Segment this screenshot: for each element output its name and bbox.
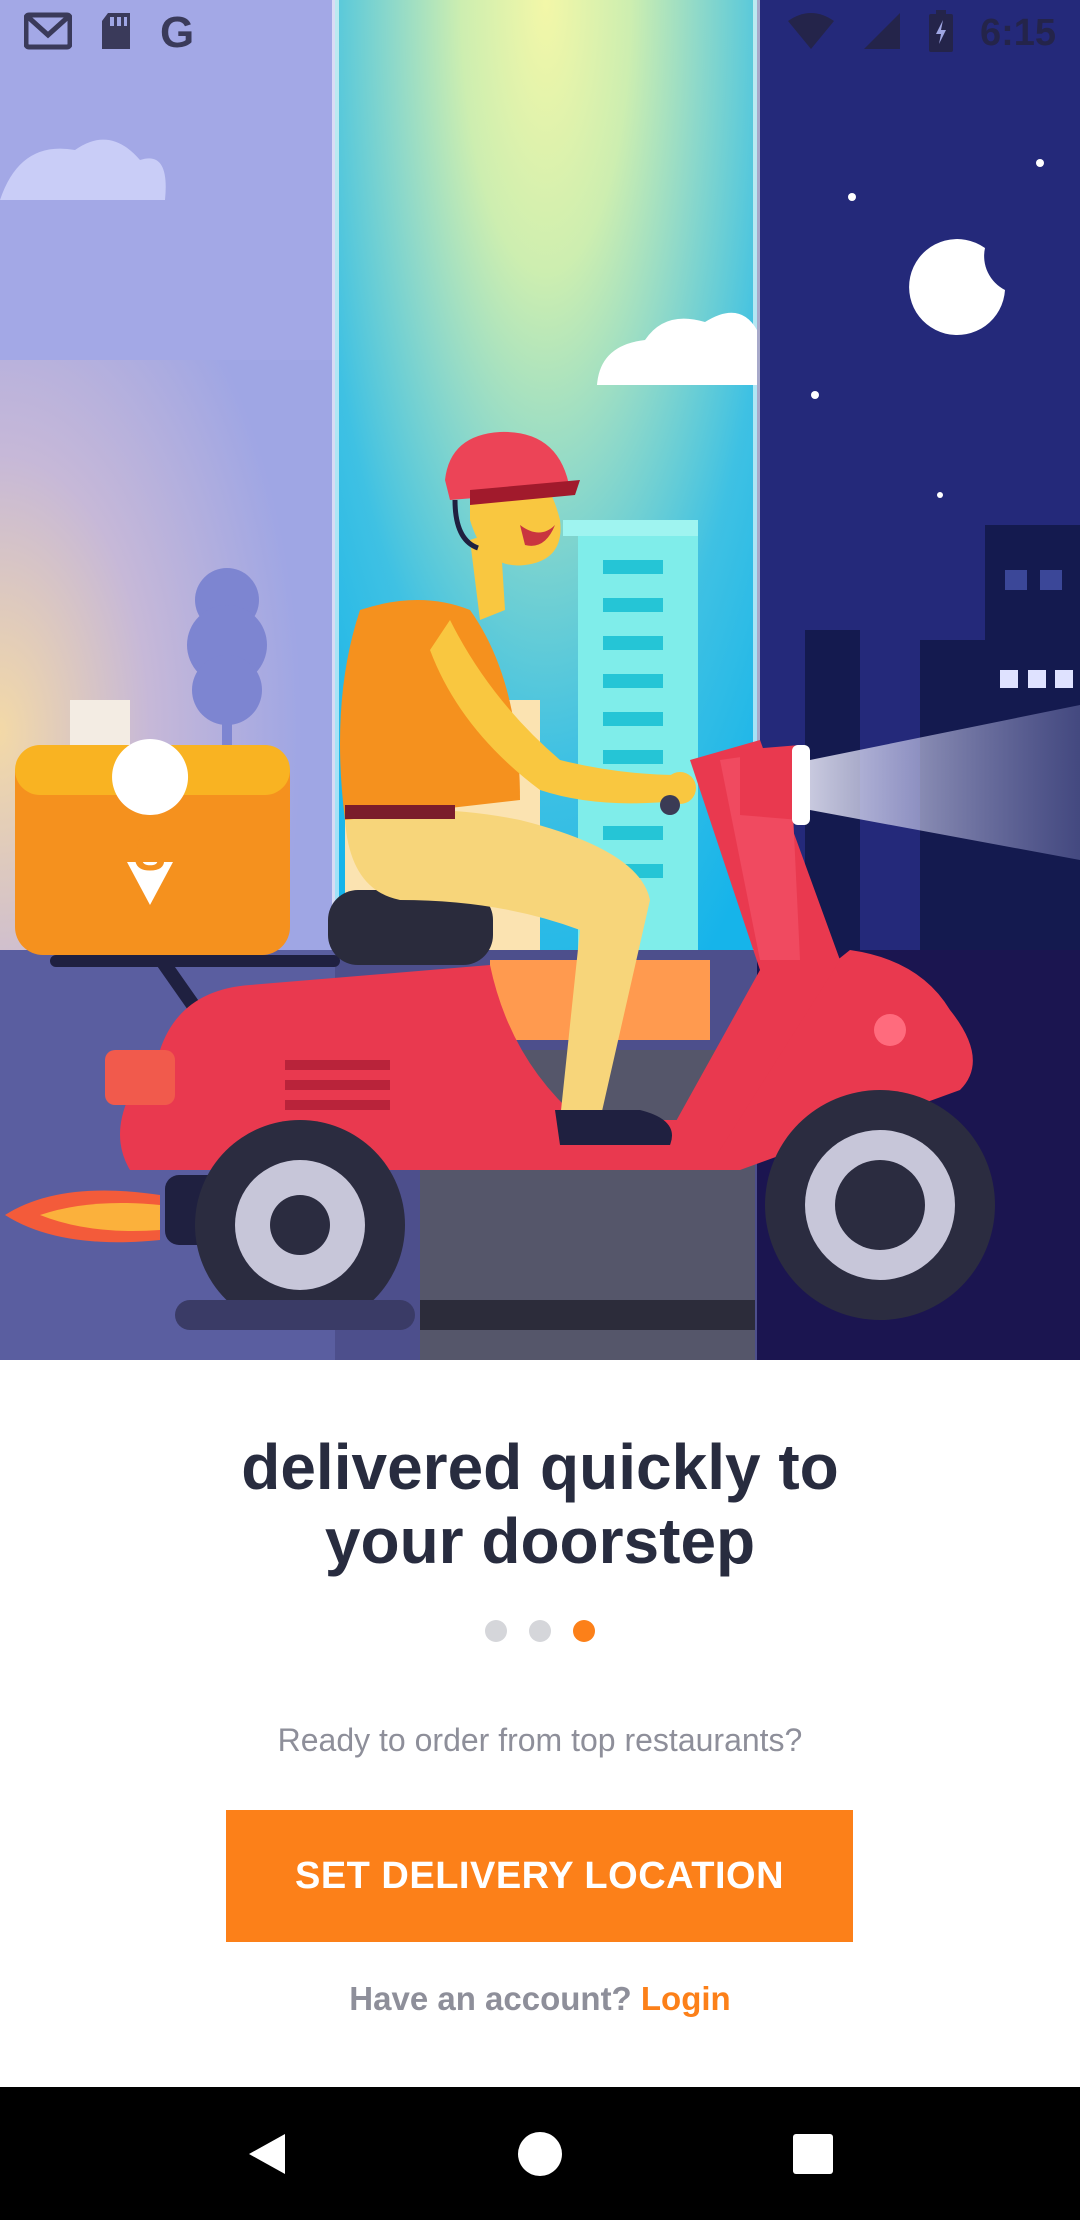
svg-text:S: S: [134, 828, 166, 881]
headline: delivered quickly to your doorstep: [0, 1430, 1080, 1578]
google-icon: G: [160, 8, 195, 57]
login-prefix: Have an account?: [349, 1980, 632, 2017]
back-icon[interactable]: [237, 2124, 297, 2184]
wifi-icon: [786, 11, 836, 56]
page-dot-3-active[interactable]: [573, 1620, 595, 1642]
recents-icon[interactable]: [783, 2124, 843, 2184]
headline-line-2: your doorstep: [324, 1505, 756, 1577]
login-link[interactable]: Login: [641, 1980, 731, 2017]
onboarding-screen: S G 6:15 delivered quickly to your doors…: [0, 0, 1080, 2220]
login-row: Have an account? Login: [0, 1980, 1080, 2018]
set-delivery-location-button[interactable]: SET DELIVERY LOCATION: [226, 1810, 853, 1942]
page-dot-2[interactable]: [529, 1620, 551, 1642]
page-indicator: [0, 1620, 1080, 1642]
signal-icon: [862, 11, 902, 56]
status-bar: G 6:15: [0, 0, 1080, 66]
battery-icon: [928, 9, 954, 57]
order-prompt: Ready to order from top restaurants?: [277, 1722, 803, 1758]
hero-illustration: S: [0, 0, 1080, 1360]
navigation-bar: [0, 2087, 1080, 2220]
clock: 6:15: [979, 11, 1056, 54]
home-icon[interactable]: [510, 2124, 570, 2184]
gmail-icon: [23, 11, 73, 56]
headline-line-1: delivered quickly to: [241, 1431, 839, 1503]
sd-card-icon: [98, 11, 134, 56]
onboarding-content: delivered quickly to your doorstep Ready…: [0, 1360, 1080, 2087]
page-dot-1[interactable]: [485, 1620, 507, 1642]
